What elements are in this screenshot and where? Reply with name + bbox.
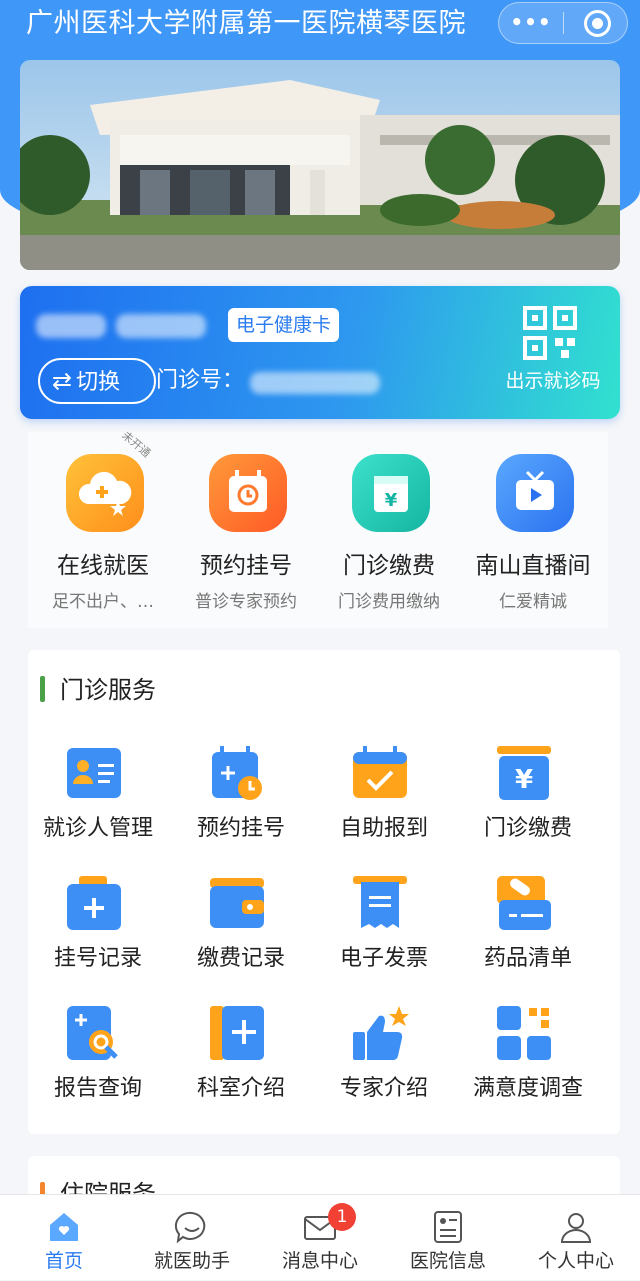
capsule-divider: [563, 12, 564, 34]
tv-play-icon: [496, 454, 574, 532]
medical-folder-icon: [67, 876, 121, 930]
outpatient-services-section: 门诊服务 就诊人管理 预约挂号 自助报到 ¥ 门诊缴费 挂号记录 缴费记录 电子…: [28, 650, 620, 1134]
cloud-plus-icon: [66, 454, 144, 532]
quick-entry-title: 门诊缴费: [343, 553, 435, 579]
quick-entry-online-consult[interactable]: 未开通 在线就医 足不出户、…: [28, 429, 178, 628]
quick-entry-subtitle: 普诊专家预约: [195, 592, 297, 612]
yuan-icon: ¥: [497, 746, 551, 800]
target-icon[interactable]: [584, 10, 611, 37]
health-card[interactable]: 电子健康卡 ⇄ 切换 门诊号： 出示就诊码: [20, 286, 620, 419]
e-health-card-badge: 电子健康卡: [228, 308, 340, 342]
switch-patient-button[interactable]: ⇄ 切换: [38, 358, 156, 404]
masked-clinic-number: [250, 372, 380, 394]
chat-icon: [174, 1211, 206, 1244]
more-menu-button[interactable]: •••: [499, 3, 563, 43]
calendar-clock-icon: [212, 746, 262, 800]
unread-badge: 1: [328, 1203, 356, 1231]
section-marker: [40, 676, 45, 702]
service-appointment[interactable]: 预约挂号: [171, 744, 311, 864]
tab-label: 个人中心: [537, 1250, 614, 1272]
tab-message-center[interactable]: 1 消息中心: [256, 1195, 384, 1281]
service-label: 专家介绍: [339, 1076, 428, 1101]
invoice-icon: [353, 876, 407, 928]
service-drug-list[interactable]: 药品清单: [458, 874, 598, 994]
masked-card-number: [116, 314, 206, 338]
app-title: 广州医科大学附属第一医院横琴医院: [26, 8, 466, 39]
info-doc-icon: [434, 1211, 462, 1243]
user-icon: [560, 1213, 592, 1243]
department-book-icon: [210, 1006, 264, 1060]
quick-entry-subtitle: 足不出户、…: [52, 592, 154, 612]
service-label: 自助报到: [339, 816, 428, 841]
quick-entry-appointment[interactable]: 预约挂号 普诊专家预约: [171, 432, 321, 628]
service-report-query[interactable]: 报告查询: [28, 1004, 168, 1124]
report-search-icon: [67, 1006, 118, 1060]
service-self-checkin[interactable]: 自助报到: [314, 744, 454, 864]
id-card-icon: [67, 748, 121, 798]
service-expert-intro[interactable]: 专家介绍: [314, 1004, 454, 1124]
service-patient-management[interactable]: 就诊人管理: [28, 744, 168, 864]
show-code-label[interactable]: 出示就诊码: [488, 368, 618, 394]
tab-label: 就医助手: [153, 1250, 230, 1272]
service-department-intro[interactable]: 科室介绍: [171, 1004, 311, 1124]
switch-label: 切换: [76, 370, 121, 395]
svg-text:¥: ¥: [515, 765, 533, 795]
thumbs-up-star-icon: [353, 1006, 409, 1060]
calendar-clock-icon: [209, 454, 287, 532]
home-icon: [50, 1213, 78, 1241]
service-label: 预约挂号: [196, 816, 285, 841]
hospital-photo: [20, 60, 620, 270]
quick-entry-panel: 未开通 在线就医 足不出户、… 预约挂号 普诊专家预约 ¥ 门诊缴费 门诊费用缴…: [28, 429, 608, 628]
clinic-number-label: 门诊号：: [156, 368, 245, 393]
quick-entry-title: 预约挂号: [200, 553, 292, 579]
calendar-check-icon: [353, 746, 407, 798]
service-label: 药品清单: [483, 946, 572, 971]
masked-name: [36, 314, 106, 338]
hospital-banner-image[interactable]: [20, 60, 620, 270]
service-label: 门诊缴费: [483, 816, 572, 841]
bottom-tab-bar: 首页 就医助手 1 消息中心 医院信息 个人中心: [0, 1194, 640, 1280]
tab-medical-assistant[interactable]: 就医助手: [128, 1195, 256, 1281]
service-payment-records[interactable]: 缴费记录: [171, 874, 311, 994]
svg-text:¥: ¥: [385, 490, 398, 511]
service-registration-records[interactable]: 挂号记录: [28, 874, 168, 994]
quick-entry-live-room[interactable]: 南山直播间 仁爱精诚: [458, 432, 608, 628]
service-label: 报告查询: [53, 1076, 142, 1101]
mini-program-capsule: •••: [498, 2, 628, 44]
quick-entry-subtitle: 仁爱精诚: [499, 592, 567, 612]
qr-code-icon[interactable]: [523, 306, 577, 360]
tab-hospital-info[interactable]: 医院信息: [384, 1195, 512, 1281]
quick-entry-title: 在线就医: [57, 553, 149, 579]
service-label: 缴费记录: [196, 946, 285, 971]
tab-label: 首页: [44, 1250, 83, 1272]
quick-entry-title: 南山直播间: [475, 553, 591, 579]
service-satisfaction-survey[interactable]: 满意度调查: [458, 1004, 598, 1124]
service-label: 挂号记录: [53, 946, 142, 971]
yuan-card-icon: ¥: [352, 454, 430, 532]
service-label: 就诊人管理: [42, 816, 153, 841]
service-label: 满意度调查: [472, 1076, 583, 1101]
swap-arrows-icon: ⇄: [52, 367, 73, 395]
tab-personal-center[interactable]: 个人中心: [512, 1195, 640, 1281]
wallet-icon: [210, 878, 264, 928]
pill-icon: [497, 876, 551, 930]
title-bar: 广州医科大学附属第一医院横琴医院 •••: [0, 0, 640, 48]
service-label: 电子发票: [339, 946, 428, 971]
tab-label: 消息中心: [281, 1250, 358, 1272]
quick-entry-subtitle: 门诊费用缴纳: [338, 592, 440, 612]
quick-entry-payment[interactable]: ¥ 门诊缴费 门诊费用缴纳: [314, 432, 464, 628]
tab-label: 医院信息: [409, 1250, 486, 1272]
grid-icon: [497, 1006, 551, 1060]
tab-home[interactable]: 首页: [0, 1195, 128, 1281]
section-title: 门诊服务: [60, 676, 156, 704]
service-label: 科室介绍: [196, 1076, 285, 1101]
service-payment[interactable]: ¥ 门诊缴费: [458, 744, 598, 864]
service-e-invoice[interactable]: 电子发票: [314, 874, 454, 994]
